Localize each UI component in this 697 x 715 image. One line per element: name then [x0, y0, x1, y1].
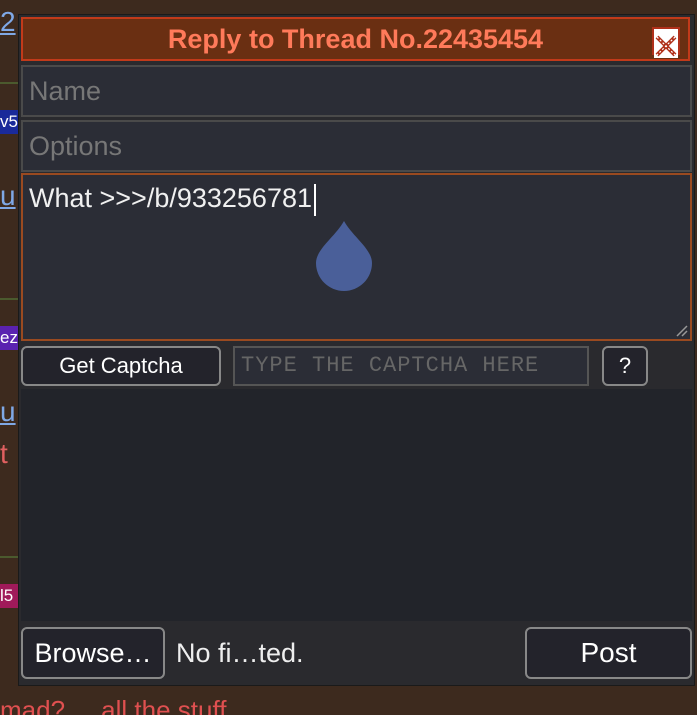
comment-text: What >>>/b/933256781: [29, 183, 312, 213]
background-link[interactable]: u: [0, 396, 16, 428]
quick-reply-title: Reply to Thread No.22435454: [167, 24, 544, 54]
caret-handle-icon[interactable]: [315, 219, 373, 291]
resize-handle-icon[interactable]: [674, 323, 688, 337]
background-id-tag: l5: [0, 584, 18, 608]
captcha-help-button[interactable]: ?: [602, 346, 648, 386]
background-post-text: mad? ... all the stuff: [0, 695, 227, 715]
close-icon[interactable]: [652, 27, 680, 58]
captcha-placeholder: TYPE THE CAPTCHA HERE: [241, 353, 540, 378]
quick-reply-window: Reply to Thread No.22435454 Name Options…: [18, 14, 695, 686]
background-id-tag: v5: [0, 110, 18, 134]
background-text: t: [0, 438, 8, 469]
text-caret: [314, 183, 316, 216]
get-captcha-button[interactable]: Get Captcha: [21, 346, 221, 386]
file-status: No fi…ted.: [176, 638, 304, 668]
background-divider: [0, 82, 20, 84]
quick-reply-titlebar[interactable]: Reply to Thread No.22435454: [21, 17, 690, 61]
background-divider: [0, 556, 20, 558]
comment-textarea[interactable]: What >>>/b/933256781: [21, 173, 692, 341]
background-id-tag: ez: [0, 326, 18, 350]
browse-button[interactable]: Browse…: [21, 627, 165, 679]
background-divider: [0, 298, 20, 300]
captcha-area: [21, 389, 692, 621]
options-input[interactable]: Options: [21, 120, 692, 172]
name-placeholder: Name: [29, 76, 102, 106]
background-link[interactable]: u: [0, 180, 16, 212]
options-placeholder: Options: [29, 131, 123, 161]
background-link[interactable]: 2: [0, 6, 16, 38]
name-input[interactable]: Name: [21, 65, 692, 117]
post-button[interactable]: Post: [525, 627, 692, 679]
captcha-input[interactable]: TYPE THE CAPTCHA HERE: [233, 346, 589, 386]
